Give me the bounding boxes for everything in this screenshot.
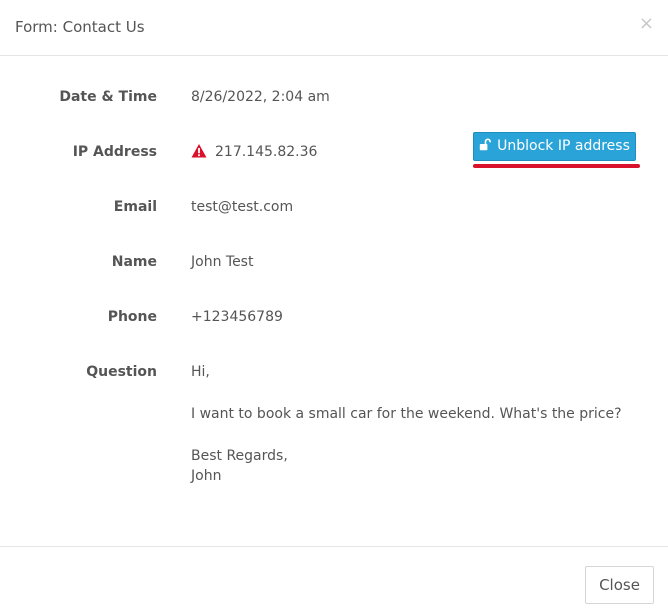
email-value: test@test.com [191, 199, 294, 215]
modal-body: Date & Time 8/26/2022, 2:04 am IP Addres… [0, 56, 668, 546]
close-icon[interactable]: × [639, 14, 654, 34]
modal-header: Form: Contact Us × [0, 0, 668, 56]
name-label: Name [111, 254, 157, 270]
question-line: Hi, [191, 364, 210, 380]
highlight-underline [473, 164, 640, 168]
unblock-ip-button-label: Unblock IP address [497, 138, 630, 154]
contact-form-modal: Form: Contact Us × Date & Time 8/26/2022… [0, 0, 668, 612]
datetime-label: Date & Time [59, 89, 157, 105]
unblock-ip-button[interactable]: Unblock IP address [473, 132, 636, 161]
ip-address-label: IP Address [72, 144, 157, 160]
question-label: Question [86, 364, 157, 380]
phone-label: Phone [107, 309, 157, 325]
question-text: Hi, I want to book a small car for the w… [191, 362, 622, 486]
datetime-value: 8/26/2022, 2:04 am [191, 89, 330, 105]
question-line: I want to book a small car for the weeke… [191, 406, 622, 422]
phone-value: +123456789 [191, 309, 283, 325]
warning-triangle-icon [191, 144, 207, 158]
email-label: Email [113, 199, 157, 215]
unlock-icon [479, 138, 492, 151]
ip-address-value: 217.145.82.36 [215, 144, 318, 160]
name-value: John Test [191, 254, 254, 270]
modal-title: Form: Contact Us [15, 18, 145, 36]
question-line: John [191, 468, 222, 484]
close-button[interactable]: Close [585, 566, 654, 604]
question-line: Best Regards, [191, 448, 288, 464]
modal-footer: Close [0, 546, 668, 613]
